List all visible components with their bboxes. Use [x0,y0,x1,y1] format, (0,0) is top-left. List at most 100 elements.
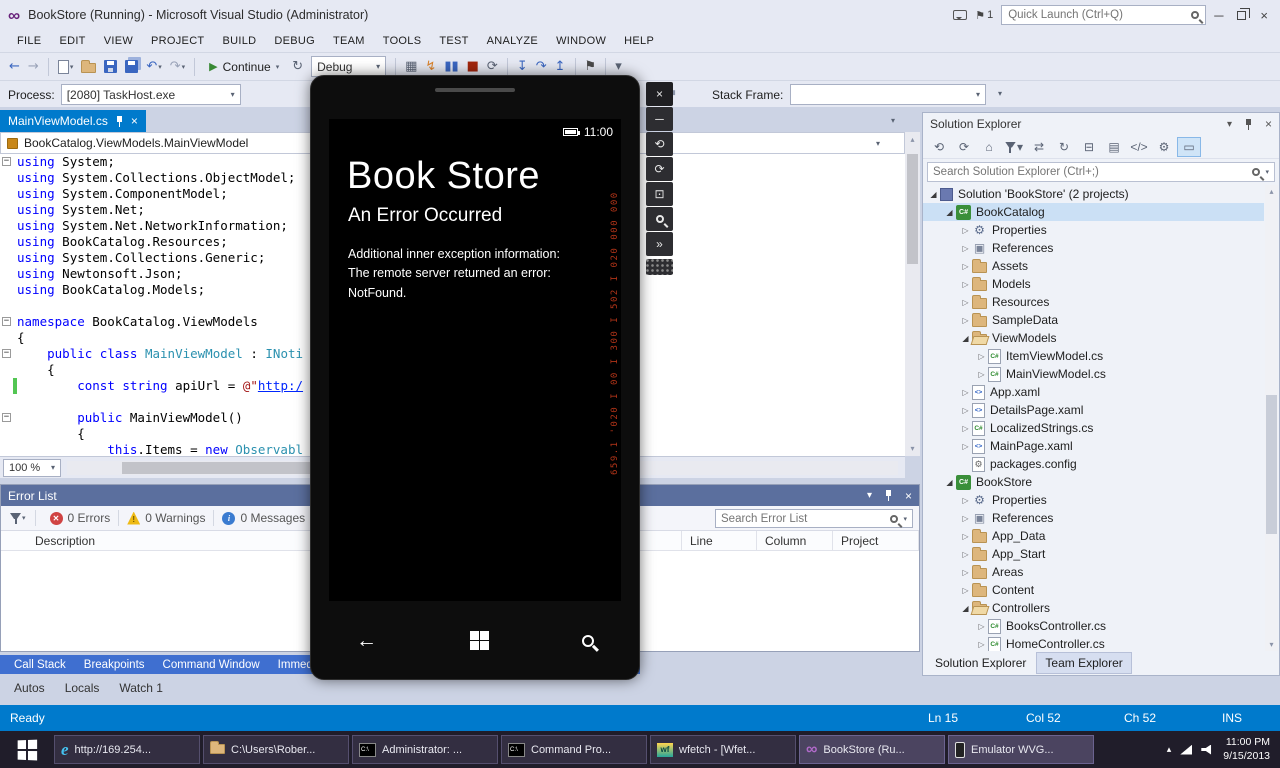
emulator-fit-button[interactable]: ⊡ [646,182,673,206]
se-refresh-icon[interactable]: ↻ [1052,137,1076,157]
expander-icon[interactable]: ▷ [959,226,972,235]
emulator-close-button[interactable]: × [646,82,673,106]
se-collapse-all-icon[interactable]: ⊟ [1077,137,1101,157]
tab-breakpoints[interactable]: Breakpoints [76,659,153,671]
se-properties-icon[interactable]: ⚙ [1152,137,1176,157]
tree-item-areas[interactable]: ▷Areas [923,563,1264,581]
stack-frame-dropdown[interactable]: ▾ [790,84,986,105]
taskbar-cmd-button[interactable]: C:\Command Pro... [501,735,647,764]
tree-item-app-data[interactable]: ▷App_Data [923,527,1264,545]
tree-item-references[interactable]: ▷▣References [923,509,1264,527]
expander-icon[interactable]: ▷ [959,298,972,307]
solution-explorer-search-input[interactable] [933,166,1247,178]
se-show-all-files-icon[interactable]: ▤ [1102,137,1126,157]
tree-item-bookcatalog[interactable]: ◢C#BookCatalog [923,203,1264,221]
search-button-icon[interactable] [582,635,594,647]
expander-icon[interactable]: ▷ [975,640,988,649]
navigate-forward-icon[interactable]: → [25,55,42,79]
window-position-icon[interactable]: ▾ [1227,119,1232,130]
scrollbar-thumb[interactable] [1266,395,1277,535]
tree-item-mainpage-xaml[interactable]: ▷<>MainPage.xaml [923,437,1264,455]
windows-start-icon[interactable] [470,631,490,651]
debug-configuration-dropdown[interactable]: Debug ▾ [311,56,386,77]
tree-item-properties[interactable]: ▷⚙Properties [923,491,1264,509]
solution-explorer-scrollbar[interactable]: ▴ ▾ [1265,185,1278,651]
se-home-icon[interactable]: ⌂ [977,137,1001,157]
emulator-rotate-left-button[interactable]: ⟲ [646,132,673,156]
zoom-dropdown[interactable]: 100 % ▾ [3,459,61,477]
expander-icon[interactable]: ▷ [959,316,972,325]
expander-icon[interactable]: ▷ [959,550,972,559]
menu-tools[interactable]: TOOLS [374,30,431,52]
tree-item-models[interactable]: ▷Models [923,275,1264,293]
pin-icon[interactable] [115,116,124,127]
tree-item-itemviewmodel-cs[interactable]: ▷C#ItemViewModel.cs [923,347,1264,365]
menu-view[interactable]: VIEW [95,30,142,52]
start-button[interactable] [0,731,54,768]
menu-file[interactable]: FILE [8,30,50,52]
filter-icon[interactable]: ▾ [7,506,29,530]
toolbar-overflow-icon[interactable]: ▾ [998,89,1002,98]
chevron-down-icon[interactable]: ▾ [876,139,898,148]
se-view-code-icon[interactable]: </> [1127,137,1151,157]
expander-icon[interactable]: ▷ [959,262,972,271]
warnings-filter[interactable]: !0 Warnings [119,508,213,529]
close-icon[interactable]: × [1265,117,1272,131]
volume-icon[interactable] [1201,745,1214,755]
quick-launch-input[interactable] [1008,9,1185,21]
menu-build[interactable]: BUILD [213,30,265,52]
tab-call-stack[interactable]: Call Stack [6,659,74,671]
phone-screen[interactable]: 11:00 Book Store An Error Occurred Addit… [329,119,621,601]
menu-project[interactable]: PROJECT [142,30,213,52]
tree-item-resources[interactable]: ▷Resources [923,293,1264,311]
expander-icon[interactable]: ▷ [975,370,988,379]
tab-close-icon[interactable]: × [131,115,138,127]
pin-icon[interactable] [884,490,893,501]
new-file-icon[interactable]: ▾ [55,55,77,79]
back-button-icon[interactable]: ← [356,630,377,651]
taskbar-cmd-admin-button[interactable]: C:\Administrator: ... [352,735,498,764]
tree-item-sampledata[interactable]: ▷SampleData [923,311,1264,329]
tree-item-homecontroller-cs[interactable]: ▷C#HomeController.cs [923,635,1264,651]
expander-icon[interactable]: ▷ [959,406,972,415]
column-header-line[interactable]: Line [682,531,757,550]
expander-icon[interactable]: ▷ [959,532,972,541]
emulator-zoom-button[interactable] [646,207,673,231]
document-tab-mainviewmodel[interactable]: MainViewModel.cs × [0,110,146,132]
tree-item-assets[interactable]: ▷Assets [923,257,1264,275]
tab-team-explorer[interactable]: Team Explorer [1036,652,1131,674]
document-list-chevron-icon[interactable]: ▾ [891,116,895,125]
expander-icon[interactable]: ▷ [959,586,972,595]
fold-toggle-icon[interactable]: − [2,413,11,422]
expander-icon[interactable]: ◢ [959,604,972,613]
se-forward-icon[interactable]: ⟳ [952,137,976,157]
redo-icon[interactable]: ↷▾ [167,55,188,79]
scroll-down-icon[interactable]: ▾ [905,444,920,453]
menu-window[interactable]: WINDOW [547,30,615,52]
menu-debug[interactable]: DEBUG [265,30,324,52]
tree-item-bookstore[interactable]: ◢C#BookStore [923,473,1264,491]
expander-icon[interactable]: ▷ [959,568,972,577]
tree-item-localizedstrings-cs[interactable]: ▷C#LocalizedStrings.cs [923,419,1264,437]
taskbar-wfetch-button[interactable]: wfwfetch - [Wfet... [650,735,796,764]
tree-item-viewmodels[interactable]: ◢ViewModels [923,329,1264,347]
expander-icon[interactable]: ▷ [959,280,972,289]
close-icon[interactable]: × [905,489,912,503]
menu-help[interactable]: HELP [615,30,663,52]
tree-item-content[interactable]: ▷Content [923,581,1264,599]
expander-icon[interactable]: ◢ [927,190,940,199]
show-hidden-icons[interactable]: ▴ [1167,744,1172,755]
se-preview-icon[interactable]: ▭ [1177,137,1201,157]
phone-emulator[interactable]: 11:00 Book Store An Error Occurred Addit… [310,75,640,680]
emulator-rotate-right-button[interactable]: ⟳ [646,157,673,181]
taskbar-clock[interactable]: 11:00 PM 9/15/2013 [1223,736,1270,763]
fold-toggle-icon[interactable]: − [2,157,11,166]
editor-vertical-scrollbar[interactable]: ▴ ▾ [905,132,920,456]
menu-edit[interactable]: EDIT [50,30,94,52]
tree-item-controllers[interactable]: ◢Controllers [923,599,1264,617]
taskbar-emulator-button[interactable]: Emulator WVG... [948,735,1094,764]
notifications-flag[interactable]: ⚑1 [975,9,993,22]
save-icon[interactable] [101,55,120,79]
scroll-down-icon[interactable]: ▾ [1265,640,1278,649]
expander-icon[interactable]: ▷ [975,352,988,361]
